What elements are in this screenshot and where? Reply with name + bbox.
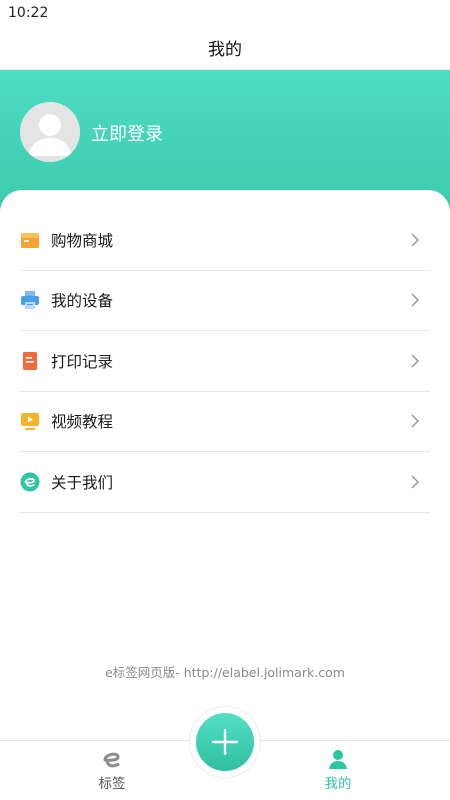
menu-item-my-devices[interactable]: 我的设备 [20, 271, 430, 331]
menu-item-print-records[interactable]: 打印记录 [20, 331, 430, 392]
person-icon [327, 748, 349, 770]
shopping-icon [20, 230, 40, 250]
chevron-right-icon [410, 232, 420, 248]
default-avatar-icon [20, 102, 80, 162]
e-logo-icon [20, 472, 40, 492]
printer-icon [20, 290, 40, 310]
plus-icon [211, 728, 239, 756]
chevron-right-icon [410, 353, 420, 369]
tab-label: 我的 [324, 776, 352, 792]
menu-item-label: 我的设备 [51, 292, 114, 311]
menu-item-shopping-mall[interactable]: 购物商城 [20, 210, 430, 271]
chevron-right-icon [410, 413, 420, 429]
login-link[interactable]: 立即登录 [91, 120, 163, 146]
video-icon [20, 411, 40, 431]
website-link[interactable]: e标签网页版- http://elabel.jolimark.com [0, 662, 450, 681]
tab-mine[interactable]: 我的 [288, 741, 388, 800]
menu-item-about-us[interactable]: 关于我们 [20, 452, 430, 513]
tab-label: 标签 [98, 776, 126, 792]
document-icon [20, 351, 40, 371]
status-time: 10:22 [8, 5, 49, 21]
e-label-icon [100, 748, 124, 770]
page-title: 我的 [208, 40, 242, 60]
menu-card: 购物商城 我的设备 打印记录 视频教程 关于我们 [0, 190, 450, 740]
title-bar: 我的 [0, 26, 450, 70]
chevron-right-icon [410, 292, 420, 308]
menu-list: 购物商城 我的设备 打印记录 视频教程 关于我们 [20, 210, 430, 513]
menu-item-label: 购物商城 [51, 231, 114, 250]
menu-item-label: 打印记录 [51, 352, 114, 371]
tab-labels[interactable]: 标签 [62, 741, 162, 800]
status-bar: 10:22 [0, 0, 450, 26]
menu-item-label: 关于我们 [51, 473, 114, 492]
menu-item-video-tutorials[interactable]: 视频教程 [20, 392, 430, 452]
menu-item-label: 视频教程 [51, 413, 114, 432]
chevron-right-icon [410, 474, 420, 490]
avatar[interactable] [20, 102, 80, 162]
add-button[interactable] [196, 713, 254, 771]
